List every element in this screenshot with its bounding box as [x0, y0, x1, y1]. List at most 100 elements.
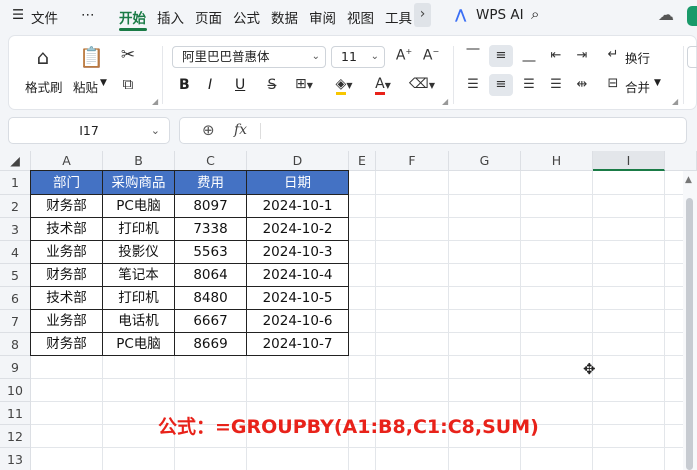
- table-cell[interactable]: 8480: [174, 286, 247, 310]
- column-header-c[interactable]: C: [175, 151, 247, 171]
- cloud-upload-icon[interactable]: ☁: [658, 5, 674, 24]
- table-cell[interactable]: 2024-10-6: [246, 309, 349, 333]
- chevron-down-icon[interactable]: ▼: [100, 78, 107, 88]
- search-icon[interactable]: ⌕: [531, 5, 539, 23]
- tab-insert[interactable]: 插入: [157, 7, 184, 27]
- table-cell[interactable]: 7338: [174, 217, 247, 241]
- row-header-12[interactable]: 12: [0, 425, 31, 448]
- name-box[interactable]: I17 ⌄: [8, 117, 170, 144]
- table-cell[interactable]: 2024-10-4: [246, 263, 349, 287]
- table-header-cell[interactable]: 采购商品: [102, 170, 175, 195]
- row-header-1[interactable]: 1: [0, 171, 31, 195]
- increase-indent-icon[interactable]: ⇥: [573, 48, 591, 63]
- row-header-2[interactable]: 2: [0, 195, 31, 218]
- column-header-b[interactable]: B: [103, 151, 175, 171]
- hamburger-icon[interactable]: ☰: [12, 7, 24, 23]
- table-cell[interactable]: 2024-10-3: [246, 240, 349, 264]
- table-cell[interactable]: 财务部: [30, 263, 103, 287]
- row-header-6[interactable]: 6: [0, 287, 31, 310]
- decrease-font-icon[interactable]: A−: [422, 47, 440, 64]
- tab-data[interactable]: 数据: [271, 7, 298, 27]
- column-header-g[interactable]: G: [449, 151, 521, 171]
- row-header-5[interactable]: 5: [0, 264, 31, 287]
- table-cell[interactable]: 电话机: [102, 309, 175, 333]
- merge-cells-icon[interactable]: ⊟: [605, 76, 621, 91]
- paste-label[interactable]: 粘贴: [73, 77, 98, 96]
- tab-page[interactable]: 页面: [195, 7, 222, 27]
- row-header-11[interactable]: 11: [0, 402, 31, 425]
- font-name-select[interactable]: 阿里巴巴普惠体 ⌄: [172, 46, 326, 68]
- table-cell[interactable]: 财务部: [30, 332, 103, 356]
- table-cell[interactable]: 打印机: [102, 217, 175, 241]
- wrap-text-icon[interactable]: ↵: [605, 47, 621, 62]
- table-cell[interactable]: 笔记本: [102, 263, 175, 287]
- wrap-text-button[interactable]: 换行: [625, 48, 650, 67]
- table-cell[interactable]: 2024-10-2: [246, 217, 349, 241]
- border-icon[interactable]: ⊞▼: [290, 76, 318, 92]
- column-header-h[interactable]: H: [521, 151, 593, 171]
- row-header-3[interactable]: 3: [0, 218, 31, 241]
- alignment-dialog-launcher-icon[interactable]: ◢: [672, 97, 678, 106]
- menu-file[interactable]: 文件: [31, 7, 58, 27]
- table-cell[interactable]: 2024-10-1: [246, 194, 349, 218]
- column-header-e[interactable]: E: [349, 151, 376, 171]
- distribute-icon[interactable]: ⇹: [573, 77, 591, 92]
- row-header-13[interactable]: 13: [0, 448, 31, 470]
- clear-format-icon[interactable]: ⌫▼: [407, 76, 437, 92]
- table-cell[interactable]: 8669: [174, 332, 247, 356]
- tab-review[interactable]: 审阅: [309, 7, 336, 27]
- underline-button[interactable]: U: [235, 77, 245, 93]
- italic-button[interactable]: I: [208, 77, 212, 93]
- more-menu-icon[interactable]: ⋯: [81, 7, 95, 23]
- column-header-d[interactable]: D: [247, 151, 349, 171]
- table-cell[interactable]: 财务部: [30, 194, 103, 218]
- table-header-cell[interactable]: 费用: [174, 170, 247, 195]
- table-cell[interactable]: 投影仪: [102, 240, 175, 264]
- table-cell[interactable]: 8097: [174, 194, 247, 218]
- table-cell[interactable]: 5563: [174, 240, 247, 264]
- row-header-10[interactable]: 10: [0, 379, 31, 402]
- scroll-up-icon[interactable]: ▲: [685, 175, 692, 185]
- column-header-extra[interactable]: [665, 151, 697, 171]
- scroll-thumb[interactable]: [686, 198, 693, 470]
- align-left-icon[interactable]: ☰: [465, 77, 481, 92]
- align-middle-icon[interactable]: ≡: [489, 45, 513, 67]
- row-header-7[interactable]: 7: [0, 310, 31, 333]
- tab-view[interactable]: 视图: [347, 7, 374, 27]
- number-format-select[interactable]: [687, 46, 697, 68]
- avatar[interactable]: [687, 6, 697, 26]
- font-color-icon[interactable]: A▼: [369, 76, 397, 95]
- table-header-cell[interactable]: 部门: [30, 170, 103, 195]
- merge-cells-button[interactable]: 合并: [625, 77, 650, 96]
- row-header-9[interactable]: 9: [0, 356, 31, 379]
- format-painter-label[interactable]: 格式刷: [25, 77, 63, 96]
- chevron-down-icon[interactable]: ▼: [654, 78, 661, 88]
- column-header-i[interactable]: I: [593, 151, 665, 171]
- tab-formula[interactable]: 公式: [233, 7, 260, 27]
- column-header-f[interactable]: F: [376, 151, 449, 171]
- align-bottom-icon[interactable]: ⎽: [521, 48, 537, 63]
- increase-font-icon[interactable]: A+: [395, 47, 413, 64]
- table-cell[interactable]: 技术部: [30, 286, 103, 310]
- table-cell[interactable]: 打印机: [102, 286, 175, 310]
- table-cell[interactable]: PC电脑: [102, 194, 175, 218]
- spreadsheet-grid[interactable]: ◢ A B C D E F G H I 1 2 3 4 5 6 7 8 9 10 11 12 13 部门 采购商品 费用 日期 财务部…: [0, 151, 697, 470]
- wps-ai-button[interactable]: WPS AI: [476, 7, 524, 23]
- table-cell[interactable]: 6667: [174, 309, 247, 333]
- align-center-icon[interactable]: ≡: [489, 74, 513, 96]
- formula-bar[interactable]: ⊕ fx: [179, 117, 687, 144]
- table-cell[interactable]: PC电脑: [102, 332, 175, 356]
- decrease-indent-icon[interactable]: ⇤: [547, 48, 565, 63]
- strikethrough-icon[interactable]: S̶: [262, 77, 282, 93]
- select-all-corner[interactable]: ◢: [0, 151, 31, 171]
- tab-home[interactable]: 开始: [119, 7, 146, 27]
- chevron-right-icon[interactable]: ›: [414, 3, 431, 27]
- table-cell[interactable]: 业务部: [30, 240, 103, 264]
- zoom-icon[interactable]: ⊕: [202, 121, 215, 139]
- copy-icon[interactable]: ⧉: [117, 75, 139, 93]
- table-cell[interactable]: 技术部: [30, 217, 103, 241]
- cut-icon[interactable]: ✂: [117, 45, 139, 65]
- chevron-down-icon[interactable]: ⌄: [151, 118, 160, 143]
- row-header-8[interactable]: 8: [0, 333, 31, 356]
- table-header-cell[interactable]: 日期: [246, 170, 349, 195]
